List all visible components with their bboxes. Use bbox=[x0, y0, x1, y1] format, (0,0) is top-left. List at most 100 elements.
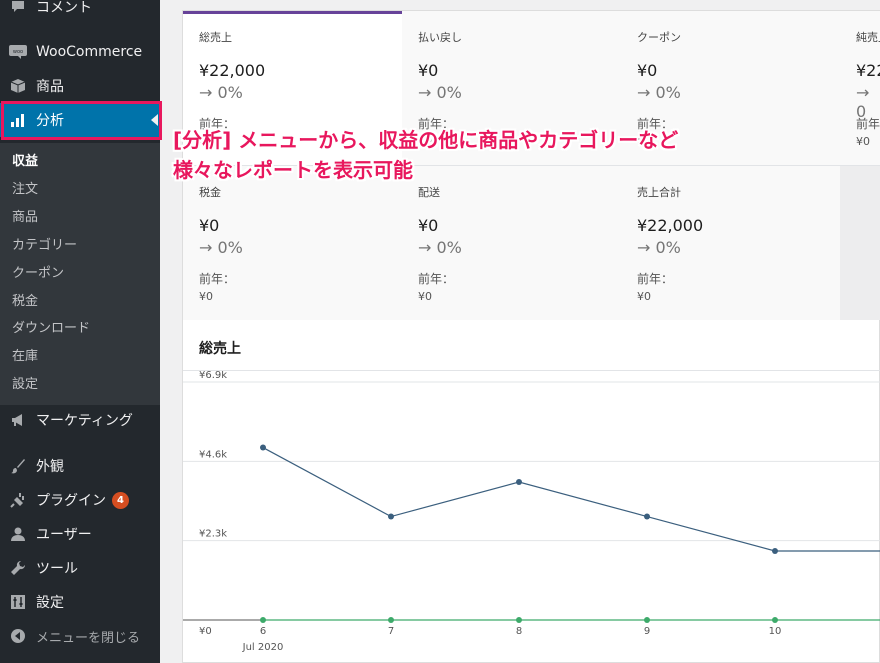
summary-card-empty bbox=[840, 166, 880, 321]
card-prev-value: ¥0 bbox=[418, 290, 432, 303]
admin-sidebar: コメント woo WooCommerce 商品 分析 収益 注文 商品 カテゴリ… bbox=[0, 0, 162, 663]
card-label: 税金 bbox=[199, 186, 221, 199]
summary-card-total-sales[interactable]: 売上合計 ¥22,000 → 0% 前年： ¥0 bbox=[621, 166, 841, 321]
card-prev-label: 前年： bbox=[199, 272, 236, 286]
woocommerce-icon: woo bbox=[0, 45, 36, 59]
menu-comments-label: コメント bbox=[36, 0, 92, 16]
card-prev-value: ¥0 bbox=[637, 290, 651, 303]
menu-plugins[interactable]: プラグイン 4 bbox=[0, 483, 160, 517]
card-value: ¥0 bbox=[199, 216, 220, 235]
wrench-icon bbox=[0, 560, 36, 576]
summary-card-taxes[interactable]: 税金 ¥0 → 0% 前年： ¥0 bbox=[183, 166, 403, 321]
card-value: ¥22,000 bbox=[637, 216, 704, 235]
series-point bbox=[516, 479, 522, 486]
series-point bbox=[260, 617, 266, 623]
submenu-item-taxes[interactable]: 税金 bbox=[12, 290, 38, 309]
submenu-item-stock[interactable]: 在庫 bbox=[12, 345, 38, 364]
main-content: 総売上 ¥22,000 → 0% 前年： ¥0 払い戻し ¥0 → 0% 前年：… bbox=[160, 0, 880, 663]
y-tick-label: ¥6.9k bbox=[199, 371, 227, 381]
submenu-item-settings[interactable]: 設定 bbox=[12, 373, 38, 392]
card-delta: → 0% bbox=[418, 238, 462, 257]
x-tick-label: 7 bbox=[388, 626, 394, 637]
sales-line-chart: ¥0¥2.3k¥4.6k¥6.9k67891011Jul 2020 bbox=[183, 371, 880, 653]
card-prev-label: 前年： bbox=[637, 272, 674, 286]
card-prev-label: 前年： bbox=[418, 272, 455, 286]
menu-marketing-label: マーケティング bbox=[36, 413, 133, 429]
submenu-item-downloads[interactable]: ダウンロード bbox=[12, 317, 90, 336]
x-tick-label: 10 bbox=[769, 626, 782, 637]
submenu-item-categories[interactable]: カテゴリー bbox=[12, 234, 77, 253]
summary-card-net-sales[interactable]: 純売上 ¥22 → 0 前年 ¥0 bbox=[840, 11, 880, 166]
callout-line-1: [分析] メニューから、収益の他に商品やカテゴリーなど bbox=[173, 128, 679, 152]
series-point bbox=[260, 444, 266, 451]
menu-settings-label: 設定 bbox=[36, 595, 64, 611]
callout-annotation: [分析] メニューから、収益の他に商品やカテゴリーなど 様々なレポートを表示可能 bbox=[173, 125, 833, 185]
analytics-submenu: 収益 注文 商品 カテゴリー クーポン 税金 ダウンロード 在庫 設定 bbox=[0, 143, 160, 405]
menu-marketing[interactable]: マーケティング bbox=[0, 403, 160, 437]
menu-appearance-label: 外観 bbox=[36, 459, 64, 475]
card-delta: → 0% bbox=[199, 238, 243, 257]
series-point bbox=[388, 513, 394, 520]
card-delta: → 0% bbox=[199, 83, 243, 102]
y-tick-label: ¥4.6k bbox=[199, 449, 227, 460]
menu-settings[interactable]: 設定 bbox=[0, 585, 160, 619]
series-point bbox=[644, 617, 650, 623]
menu-tools-label: ツール bbox=[36, 561, 78, 577]
card-delta: → 0% bbox=[637, 238, 681, 257]
paintbrush-icon bbox=[0, 458, 36, 474]
x-axis-sublabel: Jul 2020 bbox=[242, 642, 284, 653]
box-icon bbox=[0, 78, 36, 94]
x-tick-label: 6 bbox=[260, 626, 266, 637]
analytics-highlight-box bbox=[1, 101, 162, 140]
submenu-item-coupons[interactable]: クーポン bbox=[12, 262, 64, 281]
menu-users[interactable]: ユーザー bbox=[0, 517, 160, 551]
submenu-item-products[interactable]: 商品 bbox=[12, 206, 38, 225]
card-label: 売上合計 bbox=[637, 186, 681, 199]
card-value: ¥22 bbox=[856, 61, 880, 80]
card-prev-value: ¥0 bbox=[199, 290, 213, 303]
card-value: ¥0 bbox=[637, 61, 658, 80]
card-label: 総売上 bbox=[199, 31, 232, 44]
chart-title: 総売上 bbox=[199, 341, 241, 357]
series-point bbox=[772, 617, 778, 623]
card-prev-value: ¥0 bbox=[856, 135, 870, 148]
series-point bbox=[772, 548, 778, 555]
menu-comments[interactable]: コメント bbox=[0, 0, 160, 24]
menu-woocommerce[interactable]: woo WooCommerce bbox=[0, 35, 160, 69]
menu-users-label: ユーザー bbox=[36, 527, 92, 543]
summary-card-shipping[interactable]: 配送 ¥0 → 0% 前年： ¥0 bbox=[402, 166, 622, 321]
card-value: ¥0 bbox=[418, 61, 439, 80]
chart-panel: 総売上 ¥0¥2.3k¥4.6k¥6.9k67891011Jul 2020 bbox=[182, 320, 880, 663]
card-delta: → 0% bbox=[637, 83, 681, 102]
y-tick-label: ¥2.3k bbox=[199, 529, 227, 540]
card-label: 配送 bbox=[418, 186, 440, 199]
series-point bbox=[516, 617, 522, 623]
menu-collapse[interactable]: メニューを閉じる bbox=[0, 619, 160, 653]
plug-icon bbox=[0, 492, 36, 508]
menu-tools[interactable]: ツール bbox=[0, 551, 160, 585]
menu-plugins-label: プラグイン bbox=[36, 493, 106, 509]
callout-line-2: 様々なレポートを表示可能 bbox=[173, 158, 413, 182]
series-point bbox=[388, 617, 394, 623]
svg-text:woo: woo bbox=[13, 49, 23, 55]
menu-appearance[interactable]: 外観 bbox=[0, 449, 160, 483]
x-tick-label: 8 bbox=[516, 626, 522, 637]
comment-icon bbox=[0, 0, 36, 15]
y-tick-label: ¥0 bbox=[199, 626, 212, 637]
user-icon bbox=[0, 526, 36, 542]
card-value: ¥22,000 bbox=[199, 61, 266, 80]
card-prev-label: 前年 bbox=[856, 117, 880, 131]
card-label: 払い戻し bbox=[418, 31, 462, 44]
card-label: クーポン bbox=[637, 31, 681, 44]
series-point bbox=[644, 513, 650, 520]
submenu-item-revenue[interactable]: 収益 bbox=[12, 150, 38, 169]
menu-products[interactable]: 商品 bbox=[0, 69, 160, 103]
menu-products-label: 商品 bbox=[36, 79, 64, 95]
card-delta: → 0% bbox=[418, 83, 462, 102]
card-value: ¥0 bbox=[418, 216, 439, 235]
menu-woocommerce-label: WooCommerce bbox=[36, 44, 143, 60]
series-line bbox=[262, 447, 880, 552]
collapse-arrow-icon bbox=[0, 628, 36, 644]
x-tick-label: 9 bbox=[644, 626, 650, 637]
submenu-item-orders[interactable]: 注文 bbox=[12, 178, 38, 197]
